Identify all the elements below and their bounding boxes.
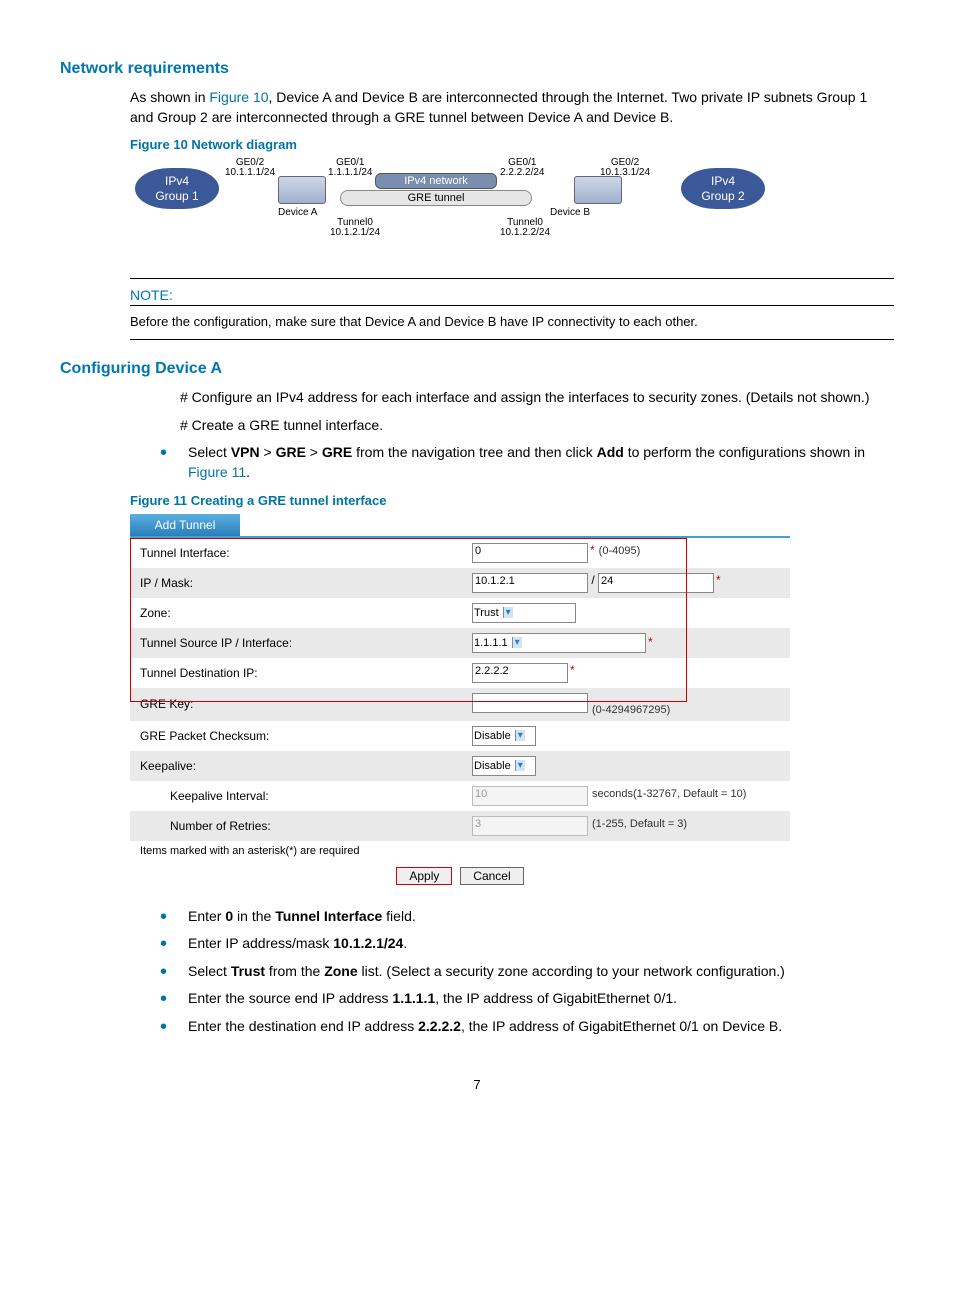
router-a-icon: [278, 176, 326, 204]
label-keepalive-interval: Keepalive Interval:: [130, 781, 466, 811]
paragraph-netreq: As shown in Figure 10, Device A and Devi…: [130, 88, 894, 127]
input-mask[interactable]: 24: [598, 573, 714, 593]
cancel-button[interactable]: Cancel: [460, 867, 523, 885]
note-box: NOTE: Before the configuration, make sur…: [130, 278, 894, 340]
asterisk-icon: *: [570, 663, 575, 677]
bullet-enter-ip-mask: Enter IP address/mask 10.1.2.1/24.: [160, 934, 894, 954]
select-keepalive[interactable]: Disable▾: [472, 756, 536, 776]
bullet-enter-source-ip: Enter the source end IP address 1.1.1.1,…: [160, 989, 894, 1009]
note-label: NOTE:: [130, 283, 894, 306]
label-tunnel0-right: Tunnel010.1.2.2/24: [500, 218, 550, 238]
link-figure-10[interactable]: Figure 10: [209, 89, 268, 105]
page-number: 7: [60, 1077, 894, 1092]
label-ge02-left: GE0/210.1.1.1/24: [225, 158, 275, 178]
label-ip-mask: IP / Mask:: [130, 568, 466, 598]
chevron-down-icon: ▾: [512, 637, 522, 648]
bullet-enter-dest-ip: Enter the destination end IP address 2.2…: [160, 1017, 894, 1037]
asterisk-icon: *: [648, 635, 653, 649]
label-tunnel-interface: Tunnel Interface:: [130, 538, 466, 568]
hint-number-retries: (1-255, Default = 3): [592, 818, 687, 830]
input-keepalive-interval: 10: [472, 786, 588, 806]
label-ge01-right: GE0/12.2.2.2/24: [500, 158, 544, 178]
step-create-gre: # Create a GRE tunnel interface.: [180, 416, 894, 436]
hint-keepalive-interval: seconds(1-32767, Default = 10): [592, 788, 746, 800]
cloud-group2: IPv4Group 2: [681, 168, 765, 209]
label-tunnel-source: Tunnel Source IP / Interface:: [130, 628, 466, 658]
add-tunnel-form: Add Tunnel Tunnel Interface: 0*(0-4095) …: [130, 514, 790, 891]
gre-tunnel-box: GRE tunnel: [340, 190, 532, 206]
asterisk-icon: *: [716, 573, 721, 587]
bullet-select-trust-zone: Select Trust from the Zone list. (Select…: [160, 962, 894, 982]
note-text: Before the configuration, make sure that…: [130, 310, 894, 333]
step-configure-ipv4: # Configure an IPv4 address for each int…: [180, 388, 894, 408]
input-tunnel-destination[interactable]: 2.2.2.2: [472, 663, 568, 683]
ipv4-network-box: IPv4 network: [375, 173, 497, 189]
network-diagram: IPv4Group 1 IPv4Group 2 IPv4 network GRE…: [130, 158, 770, 268]
figure-11-caption: Figure 11 Creating a GRE tunnel interfac…: [130, 493, 894, 508]
button-row: Apply Cancel: [130, 861, 790, 891]
select-tunnel-source[interactable]: 1.1.1.1▾: [472, 633, 646, 653]
heading-network-requirements: Network requirements: [60, 60, 894, 78]
apply-button[interactable]: Apply: [396, 867, 452, 885]
figure-10-caption: Figure 10 Network diagram: [130, 137, 894, 152]
label-device-b: Device B: [550, 208, 590, 218]
text-slash: /: [591, 573, 594, 587]
label-device-a: Device A: [278, 208, 317, 218]
router-b-icon: [574, 176, 622, 204]
label-ge02-right: GE0/210.1.3.1/24: [600, 158, 650, 178]
link-figure-11[interactable]: Figure 11: [188, 464, 246, 480]
label-keepalive: Keepalive:: [130, 751, 466, 781]
chevron-down-icon: ▾: [503, 607, 513, 618]
text: As shown in: [130, 89, 209, 105]
bullet-enter-tunnel-interface: Enter 0 in the Tunnel Interface field.: [160, 907, 894, 927]
hint-tunnel-interface: (0-4095): [599, 545, 641, 557]
input-tunnel-interface[interactable]: 0: [472, 543, 588, 563]
bullet-select-vpn-gre: Select VPN > GRE > GRE from the navigati…: [160, 443, 894, 482]
label-gre-key: GRE Key:: [130, 688, 466, 721]
select-gre-checksum[interactable]: Disable▾: [472, 726, 536, 746]
label-tunnel0-left: Tunnel010.1.2.1/24: [330, 218, 380, 238]
heading-configuring-device-a: Configuring Device A: [60, 360, 894, 378]
label-gre-checksum: GRE Packet Checksum:: [130, 721, 466, 751]
cloud-group1: IPv4Group 1: [135, 168, 219, 209]
label-zone: Zone:: [130, 598, 466, 628]
tab-bar: Add Tunnel: [130, 514, 790, 538]
label-tunnel-destination: Tunnel Destination IP:: [130, 658, 466, 688]
chevron-down-icon: ▾: [515, 730, 525, 741]
hint-gre-key: (0-4294967295): [592, 704, 670, 716]
input-gre-key[interactable]: [472, 693, 588, 713]
form-footnote: Items marked with an asterisk(*) are req…: [140, 841, 790, 861]
select-zone[interactable]: Trust▾: [472, 603, 576, 623]
label-ge01-left: GE0/11.1.1.1/24: [328, 158, 372, 178]
input-number-retries: 3: [472, 816, 588, 836]
input-ip[interactable]: 10.1.2.1: [472, 573, 588, 593]
label-number-retries: Number of Retries:: [130, 811, 466, 841]
asterisk-icon: *: [590, 543, 595, 557]
chevron-down-icon: ▾: [515, 760, 525, 771]
tab-add-tunnel[interactable]: Add Tunnel: [130, 514, 240, 536]
